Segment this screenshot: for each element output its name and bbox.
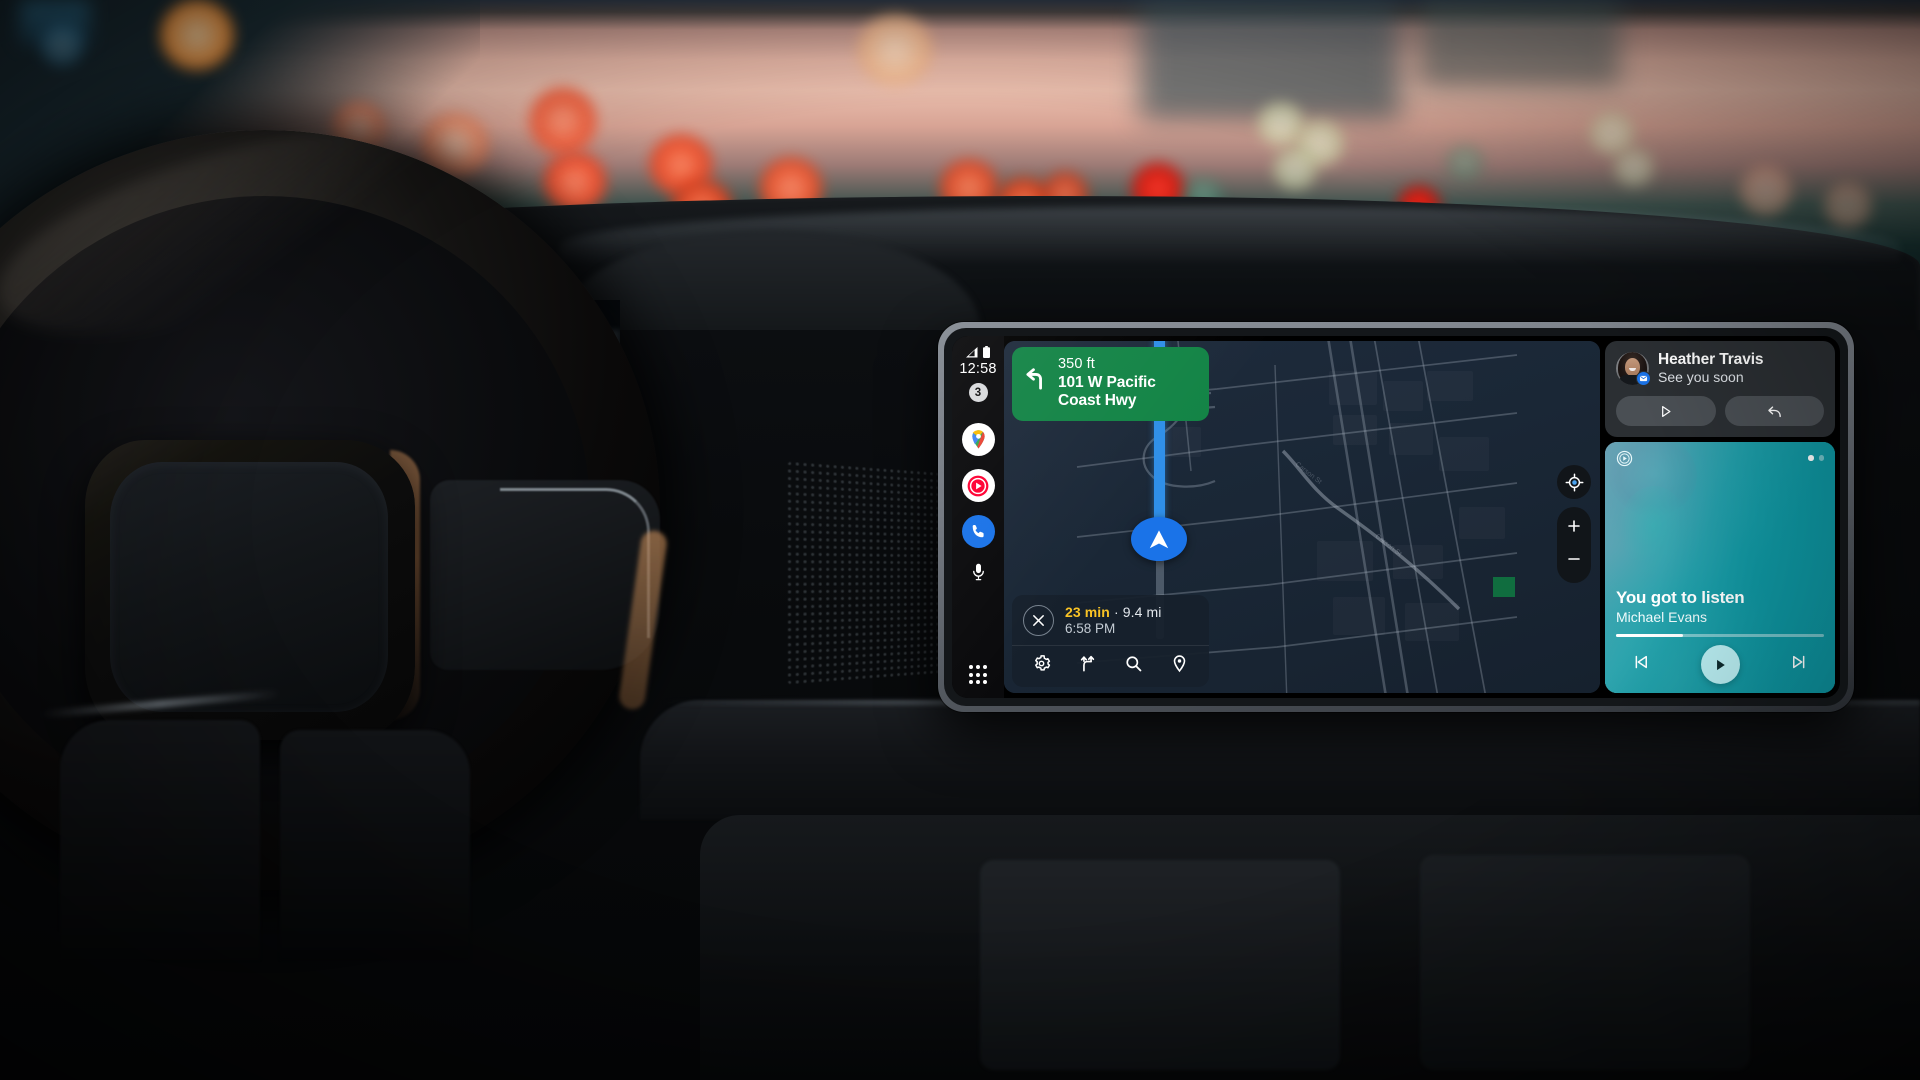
media-page-dots[interactable] [1808, 450, 1824, 461]
skip-next-icon [1793, 655, 1805, 669]
car-interior-scene: Charging 87% 150 250 43 psi 42 psi 137 m… [0, 0, 1920, 1080]
youtube-music-app-icon [967, 475, 989, 496]
media-player-card[interactable]: You got to listen Michael Evans [1605, 442, 1835, 693]
message-preview-text: See you soon [1658, 369, 1744, 385]
app-grid-icon [968, 665, 973, 670]
plus-icon [1568, 520, 1580, 532]
sidebar-item-youtube-music[interactable] [961, 469, 995, 502]
sidebar-notification-badge[interactable]: 3 [968, 383, 988, 402]
page-dot-active [1808, 455, 1814, 461]
media-transport-controls [1616, 645, 1824, 684]
background-building-right [1140, 0, 1400, 120]
eta-separator: · [1109, 604, 1123, 620]
navigation-map-panel[interactable]: Carson St Carson St 350 ft 101 W Pacific… [1004, 341, 1600, 693]
next-track-button[interactable] [1790, 653, 1808, 676]
close-icon [1033, 614, 1044, 626]
youtube-music-badge-icon [1616, 450, 1633, 467]
minus-icon [1568, 558, 1580, 560]
signal-bars-icon [966, 347, 978, 358]
settings-button[interactable] [1032, 654, 1051, 678]
alternate-routes-icon [1080, 655, 1095, 672]
sidebar-item-phone[interactable] [961, 515, 995, 548]
media-progress-track[interactable] [1616, 634, 1824, 637]
sidebar-item-maps[interactable] [961, 423, 995, 456]
messages-icon [1639, 375, 1648, 381]
battery-icon [983, 346, 990, 358]
end-navigation-button[interactable] [1023, 604, 1054, 636]
previous-track-button[interactable] [1632, 653, 1650, 676]
turn-left-icon [1026, 368, 1042, 390]
message-sender-name: Heather Travis [1658, 351, 1764, 368]
console-vent-left [980, 860, 1340, 1070]
eta-arrival-time: 6:58 PM [1065, 621, 1116, 636]
skip-previous-icon [1635, 655, 1647, 669]
sidebar-status-bar [966, 345, 990, 358]
media-artist-name: Michael Evans [1616, 609, 1708, 625]
map-zoom-controls [1557, 507, 1591, 583]
eta-duration-distance: 23 min · 9.4 mi [1065, 604, 1161, 620]
media-player-content: You got to listen Michael Evans [1605, 442, 1835, 693]
eta-details: 23 min · 9.4 mi 6:58 PM [1065, 604, 1161, 636]
reply-message-button[interactable] [1724, 396, 1824, 426]
maneuver-banner[interactable]: 350 ft 101 W Pacific Coast Hwy [1012, 347, 1209, 421]
maneuver-distance: 350 ft [1058, 356, 1095, 372]
message-app-badge [1636, 370, 1651, 386]
search-icon [1126, 656, 1142, 672]
saved-places-icon [1174, 655, 1186, 673]
page-dot-inactive [1818, 455, 1824, 461]
maneuver-text: 350 ft 101 W Pacific Coast Hwy [1058, 356, 1199, 410]
map-current-position-marker [1131, 517, 1187, 561]
media-track-title: You got to listen [1616, 588, 1745, 607]
settings-icon [1034, 655, 1050, 671]
sidebar-item-assistant[interactable] [971, 563, 986, 587]
maneuver-street: 101 W Pacific Coast Hwy [1058, 373, 1156, 409]
media-progress-fill [1616, 634, 1683, 637]
search-button[interactable] [1124, 654, 1143, 678]
play-icon [1662, 405, 1671, 417]
zoom-out-button[interactable] [1566, 551, 1582, 572]
play-icon [1717, 659, 1725, 670]
navigation-chevron-icon [1149, 530, 1169, 549]
eta-distance: 9.4 mi [1122, 604, 1162, 620]
background-building-right-2 [1420, 0, 1620, 86]
steering-wheel-lower-right [280, 730, 470, 960]
phone-app-icon [972, 524, 984, 538]
console-vent-right [1420, 855, 1750, 1070]
steering-wheel-hub-face [110, 462, 388, 712]
dashboard-shelf [640, 700, 1920, 820]
recenter-button[interactable] [1557, 465, 1591, 499]
eta-duration: 23 min [1065, 604, 1110, 620]
message-text-block: Heather Travis See you soon [1658, 351, 1764, 385]
steering-wheel-lower-left [60, 720, 260, 960]
saved-places-button[interactable] [1170, 654, 1189, 678]
alternate-routes-button[interactable] [1078, 654, 1097, 678]
message-header: Heather Travis See you soon [1616, 351, 1824, 386]
steering-wheel-spoke-edge [500, 488, 650, 638]
recenter-icon [1565, 473, 1583, 491]
android-auto-sidebar: 12:58 3 [952, 336, 1004, 698]
android-auto-right-column: Heather Travis See you soon You got to l… [1605, 341, 1835, 693]
avatar-smile [1629, 367, 1636, 371]
play-pause-button[interactable] [1700, 645, 1740, 684]
zoom-in-button[interactable] [1566, 518, 1582, 539]
eta-toolbar [1012, 645, 1209, 687]
sidebar-item-app-launcher[interactable] [968, 665, 988, 684]
maps-app-icon [971, 430, 985, 449]
reply-icon [1768, 405, 1781, 417]
microphone-icon [972, 563, 984, 581]
android-auto-main-area: Carson St Carson St 350 ft 101 W Pacific… [1004, 336, 1840, 698]
eta-card: 23 min · 9.4 mi 6:58 PM [1012, 595, 1209, 687]
message-actions [1616, 396, 1824, 426]
play-message-button[interactable] [1616, 396, 1716, 426]
android-auto-screen: 12:58 3 Carson St Carson St 350 ft 101 W… [952, 336, 1840, 698]
media-player-header [1616, 450, 1824, 467]
sidebar-clock: 12:58 [959, 361, 997, 377]
eta-summary: 23 min · 9.4 mi 6:58 PM [1012, 595, 1209, 645]
message-avatar-wrapper [1616, 351, 1651, 386]
message-notification-card[interactable]: Heather Travis See you soon [1605, 341, 1835, 437]
